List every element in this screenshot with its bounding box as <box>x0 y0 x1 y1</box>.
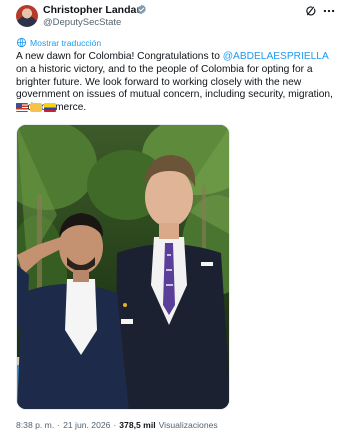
post-card: Christopher Landau @DeputySecState Mostr… <box>0 0 350 441</box>
post-meta: 8:38 p. m. · 21 jun. 2026 · 378,5 mil Vi… <box>16 420 218 430</box>
post-text: A new dawn for Colombia! Congratulations… <box>16 51 338 115</box>
views-count: 378,5 mil <box>119 420 156 430</box>
post-photo[interactable] <box>16 124 230 410</box>
more-options-icon[interactable] <box>322 5 336 17</box>
us-flag-icon <box>16 103 28 112</box>
mention-link[interactable]: @ABDELAESPRIELLA <box>223 51 328 62</box>
post-date[interactable]: 21 jun. 2026 <box>63 420 110 430</box>
emoji-row <box>16 103 56 112</box>
post-text-part-2: on a historic victory, and to the people… <box>16 63 333 114</box>
post-text-part-1: A new dawn for Colombia! Congratulations… <box>16 51 223 62</box>
author-avatar[interactable] <box>16 5 38 27</box>
show-translation-link[interactable]: Mostrar traducción <box>16 37 101 48</box>
colombia-flag-icon <box>44 103 56 112</box>
author-handle[interactable]: @DeputySecState <box>43 17 121 28</box>
meta-separator-2: · <box>113 420 117 430</box>
meta-separator-1: · <box>57 420 61 430</box>
photo-illustration <box>17 125 229 409</box>
views-label: Visualizaciones <box>158 420 218 430</box>
author-name[interactable]: Christopher Landau <box>43 4 143 16</box>
post-time[interactable]: 8:38 p. m. <box>16 420 54 430</box>
verified-badge-icon <box>137 4 146 15</box>
show-translation-label[interactable]: Mostrar traducción <box>30 38 101 48</box>
grok-icon[interactable] <box>305 5 317 17</box>
handshake-icon <box>30 103 42 112</box>
globe-icon <box>16 37 27 48</box>
